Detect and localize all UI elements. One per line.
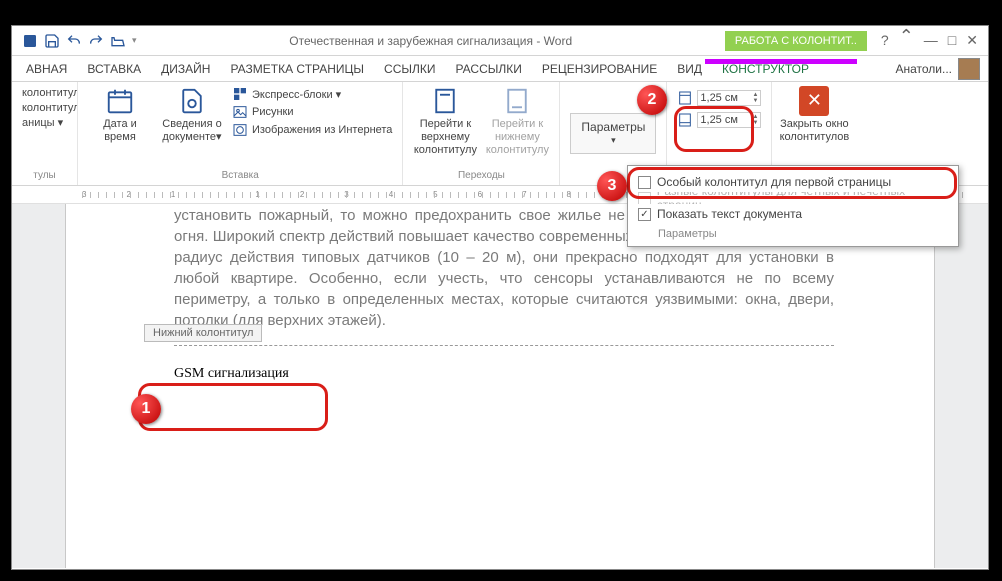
contextual-tab: РАБОТА С КОЛОНТИТ.. bbox=[725, 31, 867, 51]
goto-footer-btn: Перейти к нижнему колонтитулу bbox=[485, 86, 549, 158]
undo-icon[interactable] bbox=[66, 33, 82, 49]
online-pictures-btn[interactable]: Изображения из Интернета bbox=[232, 122, 392, 138]
window-title: Отечественная и зарубежная сигнализация … bbox=[137, 34, 725, 48]
tab-references[interactable]: ССЫЛКИ bbox=[374, 58, 445, 80]
opt-show-doc[interactable]: Показать текст документа bbox=[638, 204, 948, 224]
word-icon bbox=[22, 33, 38, 49]
tab-insert[interactable]: ВСТАВКА bbox=[77, 58, 151, 80]
badge-3: 3 bbox=[597, 171, 627, 201]
callout-3 bbox=[627, 167, 957, 199]
tab-mailings[interactable]: РАССЫЛКИ bbox=[445, 58, 531, 80]
badge-1: 1 bbox=[131, 394, 161, 424]
popup-footer: Параметры bbox=[638, 224, 948, 240]
web-picture-icon bbox=[232, 122, 248, 138]
tab-layout[interactable]: РАЗМЕТКА СТРАНИЦЫ bbox=[220, 58, 374, 80]
ribbon-tabs: АВНАЯ ВСТАВКА ДИЗАЙН РАЗМЕТКА СТРАНИЦЫ С… bbox=[12, 56, 988, 82]
goto-up-icon bbox=[430, 86, 460, 116]
user-name[interactable]: Анатоли... bbox=[895, 62, 952, 76]
blocks-icon bbox=[232, 86, 248, 102]
tab-review[interactable]: РЕЦЕНЗИРОВАНИЕ bbox=[532, 58, 667, 80]
help-icon[interactable]: ? bbox=[881, 32, 889, 49]
group-label-nav: Переходы bbox=[413, 168, 549, 181]
footer-btn[interactable]: колонтитул ▾ bbox=[22, 101, 67, 114]
avatar[interactable] bbox=[958, 58, 980, 80]
picture-icon bbox=[232, 104, 248, 120]
callout-1 bbox=[138, 383, 328, 431]
badge-2: 2 bbox=[637, 85, 667, 115]
ribbon-collapse-icon[interactable]: ⌃ bbox=[899, 32, 914, 49]
header-pos-icon bbox=[677, 90, 693, 106]
document-icon bbox=[177, 86, 207, 116]
close-x-icon: ✕ bbox=[799, 86, 829, 116]
date-time-btn[interactable]: Дата и время bbox=[88, 86, 152, 144]
maximize-icon[interactable]: □ bbox=[948, 32, 956, 49]
tab-home[interactable]: АВНАЯ bbox=[16, 58, 77, 80]
group-label-hf: тулы bbox=[22, 168, 67, 181]
goto-down-icon bbox=[502, 86, 532, 116]
open-icon[interactable] bbox=[110, 33, 126, 49]
close-hf-btn[interactable]: ✕ Закрыть окно колонтитулов bbox=[782, 86, 846, 144]
group-label-insert: Вставка bbox=[88, 168, 392, 181]
redo-icon[interactable] bbox=[88, 33, 104, 49]
callout-2 bbox=[674, 106, 754, 152]
header-distance-input[interactable]: 1,25 см▲▼ bbox=[697, 90, 761, 106]
tab-design[interactable]: ДИЗАЙН bbox=[151, 58, 220, 80]
save-icon[interactable] bbox=[44, 33, 60, 49]
options-dropdown[interactable]: Параметры ▾ bbox=[570, 113, 656, 154]
pagenum-btn[interactable]: аницы ▾ bbox=[22, 116, 67, 129]
calendar-icon bbox=[105, 86, 135, 116]
header-btn[interactable]: колонтитул ▾ bbox=[22, 86, 67, 99]
minimize-icon[interactable]: — bbox=[924, 32, 938, 49]
titlebar: ▾ Отечественная и зарубежная сигнализаци… bbox=[12, 26, 988, 56]
highlight-indicator bbox=[705, 59, 857, 64]
close-icon[interactable]: ✕ bbox=[966, 32, 978, 49]
footer-tab-label: Нижний колонтитул bbox=[144, 324, 262, 342]
goto-header-btn[interactable]: Перейти к верхнему колонтитулу bbox=[413, 86, 477, 158]
quickparts-btn[interactable]: Экспресс-блоки ▾ bbox=[232, 86, 392, 102]
pictures-btn[interactable]: Рисунки bbox=[232, 104, 392, 120]
doc-info-btn[interactable]: Сведения о документе▾ bbox=[160, 86, 224, 144]
